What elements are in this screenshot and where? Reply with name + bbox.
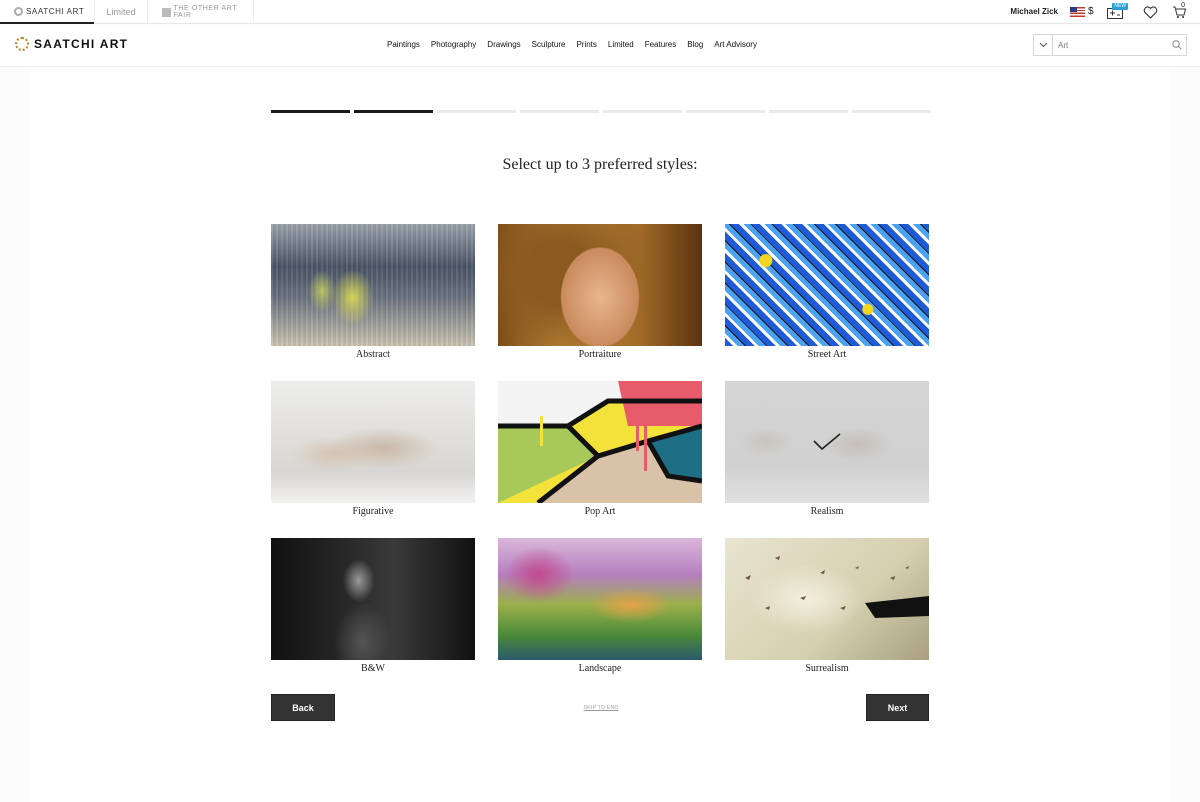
skip-to-end-link[interactable]: SKIP TO END	[571, 705, 631, 711]
progress-step	[437, 110, 516, 113]
style-label: Landscape	[578, 663, 622, 674]
favorites-button[interactable]	[1141, 3, 1159, 21]
progress-step	[354, 110, 433, 113]
currency-selector[interactable]: $	[1088, 6, 1094, 17]
search-input[interactable]	[1053, 35, 1168, 55]
search-bar	[1033, 34, 1187, 56]
style-thumbnail	[498, 381, 702, 503]
style-label: Realism	[810, 506, 844, 517]
nav-paintings[interactable]: Paintings	[387, 40, 420, 49]
main-header: SAATCHI ART Paintings Photography Drawin…	[0, 25, 1200, 67]
style-tile-abstract[interactable]: Abstract	[271, 224, 475, 368]
user-name[interactable]: Michael Zick	[1010, 7, 1058, 16]
nav-blog[interactable]: Blog	[687, 40, 703, 49]
saatchi-art-logo[interactable]: SAATCHI ART	[15, 37, 128, 51]
style-thumbnail	[271, 224, 475, 346]
style-tile-realism[interactable]: Realism	[725, 381, 929, 525]
style-thumbnail	[498, 538, 702, 660]
search-button[interactable]	[1168, 35, 1186, 55]
progress-step	[769, 110, 848, 113]
us-flag-icon[interactable]	[1070, 7, 1085, 17]
style-label: Portraiture	[578, 349, 622, 360]
nav-limited[interactable]: Limited	[608, 40, 634, 49]
style-tile-street-art[interactable]: Street Art	[725, 224, 929, 368]
nav-sculpture[interactable]: Sculpture	[532, 40, 566, 49]
art-advisory-button[interactable]: NEW	[1106, 3, 1128, 21]
style-tile-landscape[interactable]: Landscape	[498, 538, 702, 682]
tab-saatchi-art-label: SAATCHI ART	[26, 6, 85, 16]
style-thumbnail	[498, 224, 702, 346]
style-tile-portraiture[interactable]: Portraiture	[498, 224, 702, 368]
style-tile-bw[interactable]: B&W	[271, 538, 475, 682]
nav-photography[interactable]: Photography	[431, 40, 476, 49]
style-label: Street Art	[807, 349, 847, 360]
style-thumbnail	[271, 381, 475, 503]
cart-count: 0	[1181, 2, 1185, 9]
checkmark-icon	[813, 433, 841, 451]
style-tile-surrealism[interactable]: Surrealism	[725, 538, 929, 682]
logo-ring-icon	[15, 37, 29, 51]
style-thumbnail	[725, 381, 929, 503]
surreal-graphic	[745, 556, 929, 618]
progress-step	[686, 110, 765, 113]
tab-limited[interactable]: Limited	[94, 0, 148, 24]
style-label: Pop Art	[584, 506, 616, 517]
search-category-dropdown[interactable]	[1034, 35, 1053, 55]
style-label: Figurative	[352, 506, 394, 517]
style-thumbnail	[271, 538, 475, 660]
nav-art-advisory[interactable]: Art Advisory	[714, 40, 757, 49]
cart-button[interactable]: 0	[1170, 2, 1188, 21]
tab-toaf-label: THE OTHER ART FAIR	[173, 5, 238, 19]
new-badge: NEW	[1112, 3, 1128, 10]
nav-features[interactable]: Features	[645, 40, 677, 49]
search-icon	[1172, 40, 1182, 50]
quiz-question: Select up to 3 preferred styles:	[502, 156, 698, 173]
chevron-down-icon	[1039, 42, 1047, 48]
style-label: Abstract	[356, 349, 390, 360]
saatchi-logo-icon	[14, 6, 23, 16]
pop-art-graphic	[498, 381, 702, 503]
style-tile-pop-art[interactable]: Pop Art	[498, 381, 702, 525]
progress-step	[520, 110, 599, 113]
progress-step	[603, 110, 682, 113]
style-thumbnail	[725, 224, 929, 346]
tab-the-other-art-fair[interactable]: THE OTHER ART FAIR	[148, 0, 254, 24]
tab-saatchi-art[interactable]: SAATCHI ART	[0, 0, 94, 24]
toaf-logo-icon	[162, 7, 171, 17]
style-thumbnail	[725, 538, 929, 660]
style-tile-figurative[interactable]: Figurative	[271, 381, 475, 525]
back-button[interactable]: Back	[271, 694, 335, 721]
tab-limited-label: Limited	[106, 7, 136, 17]
nav-drawings[interactable]: Drawings	[487, 40, 520, 49]
style-label: B&W	[361, 663, 385, 674]
next-button[interactable]: Next	[866, 694, 929, 721]
quiz-progress	[271, 110, 931, 113]
style-grid: Abstract Portraiture Street Art Figurati…	[271, 224, 929, 682]
heart-icon	[1143, 5, 1157, 19]
nav-prints[interactable]: Prints	[576, 40, 596, 49]
main-nav: Paintings Photography Drawings Sculpture…	[387, 40, 757, 49]
logo-text: SAATCHI ART	[34, 37, 129, 51]
top-utility-bar: SAATCHI ART Limited THE OTHER ART FAIR M…	[0, 0, 1200, 24]
progress-step	[271, 110, 350, 113]
progress-step	[852, 110, 931, 113]
style-label: Surrealism	[805, 663, 849, 674]
